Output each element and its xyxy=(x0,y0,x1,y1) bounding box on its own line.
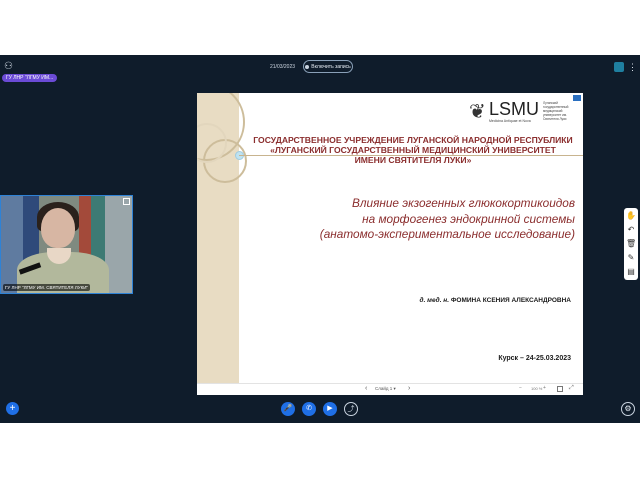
next-slide-icon[interactable]: › xyxy=(408,385,410,392)
institution-name: ГОСУДАРСТВЕННОЕ УЧРЕЖДЕНИЕ ЛУГАНСКОЙ НАР… xyxy=(245,135,581,165)
institution-line: ГОСУДАРСТВЕННОЕ УЧРЕЖДЕНИЕ ЛУГАНСКОЙ НАР… xyxy=(253,135,573,145)
slide-controls: ‹ Слайд 1 ▾ › − 100 % + ⤢ xyxy=(197,383,583,395)
zoom-out-icon[interactable]: − xyxy=(519,385,522,391)
logo-caption: Луганский государственный медицинский ун… xyxy=(543,101,569,121)
title-line: Влияние экзогенных глюкокортикоидов xyxy=(352,196,575,210)
title-line: (анатомо-экспериментальное исследование) xyxy=(319,227,575,241)
slide-selector[interactable]: Слайд 1 ▾ xyxy=(375,386,396,392)
meeting-date: 21/03/2023 xyxy=(270,64,296,70)
actions-plus-button[interactable]: + xyxy=(6,402,19,415)
screen-share-button[interactable]: ⤴ xyxy=(344,402,358,416)
institution-line: «ЛУГАНСКИЙ ГОСУДАРСТВЕННЫЙ МЕДИЦИНСКИЙ У… xyxy=(270,145,556,155)
record-button[interactable]: Включить запись xyxy=(303,60,353,73)
city-date: Курск – 24-25.03.2023 xyxy=(498,355,571,362)
audio-button[interactable]: ✆ xyxy=(302,402,316,416)
university-logo: ❦ LSMU Medicina Antiquae et Nova Луганск… xyxy=(469,95,581,127)
webcam-name-label: ГУ ЛНР "ЛГМУ ИМ. СВЯТИТЕЛЯ ЛУКИ" xyxy=(3,284,91,291)
record-icon xyxy=(305,64,310,69)
record-label: Включить запись xyxy=(311,64,351,70)
more-options-icon[interactable]: ⋮ xyxy=(628,62,637,72)
microphone-button[interactable]: 🎤 xyxy=(281,402,295,416)
author: д. мед. н. ФОМИНА КСЕНИЯ АЛЕКСАНДРОВНА xyxy=(297,297,571,304)
top-bar: ⚇ ГУ ЛНР "ЛГМУ ИМ... 21/03/2023 Включить… xyxy=(0,55,640,82)
logo-flag xyxy=(573,95,581,101)
hand-icon[interactable]: ✋ xyxy=(626,211,636,221)
connection-icon[interactable] xyxy=(614,62,624,72)
multi-user-icon[interactable]: ✎ xyxy=(626,253,636,263)
logo-text: LSMU xyxy=(489,99,540,119)
zoom-level: 100 % xyxy=(531,386,543,391)
zoom-in-icon[interactable]: + xyxy=(543,385,546,391)
whiteboard-toolbar: ✋ ↶ 🗑 ✎ ▤ xyxy=(624,208,638,280)
webcam-tile[interactable]: ГУ ЛНР "ЛГМУ ИМ. СВЯТИТЕЛЯ ЛУКИ" xyxy=(0,195,133,294)
flag-right xyxy=(105,196,132,293)
participant-chip[interactable]: ГУ ЛНР "ЛГМУ ИМ... xyxy=(2,74,58,82)
title-line: на морфогенез эндокринной системы xyxy=(362,211,575,226)
undo-icon[interactable]: ↶ xyxy=(626,225,636,235)
expand-icon[interactable] xyxy=(123,198,130,205)
author-name: ФОМИНА КСЕНИЯ АЛЕКСАНДРОВНА xyxy=(450,297,571,304)
chart-icon[interactable]: ▤ xyxy=(626,267,636,277)
slide: ❦ LSMU Medicina Antiquae et Nova Луганск… xyxy=(197,93,583,383)
fit-to-width-icon[interactable] xyxy=(557,386,563,392)
presentation-viewer: ❦ LSMU Medicina Antiquae et Nova Луганск… xyxy=(197,93,583,395)
users-icon[interactable]: ⚇ xyxy=(4,61,16,73)
settings-icon[interactable]: ⚙ xyxy=(621,402,635,416)
slide-selector-label: Слайд 1 xyxy=(375,386,393,391)
bottom-bar: + 🎤 ✆ ▶ ⤴ ⚙ xyxy=(0,399,640,423)
trash-icon[interactable]: 🗑 xyxy=(626,239,636,249)
fullscreen-icon[interactable]: ⤢ xyxy=(569,385,574,392)
author-degree: д. мед. н. xyxy=(419,297,450,304)
slide-title: Влияние экзогенных глюкокортикоидов на м… xyxy=(257,196,575,243)
institution-line: ИМЕНИ СВЯТИТЕЛЯ ЛУКИ» xyxy=(354,155,472,165)
conference-app: ⚇ ГУ ЛНР "ЛГМУ ИМ... 21/03/2023 Включить… xyxy=(0,55,640,423)
speaker-face xyxy=(41,208,75,248)
camera-button[interactable]: ▶ xyxy=(323,402,337,416)
prev-slide-icon[interactable]: ‹ xyxy=(365,385,367,392)
logo-motto: Medicina Antiquae et Nova xyxy=(489,119,531,123)
